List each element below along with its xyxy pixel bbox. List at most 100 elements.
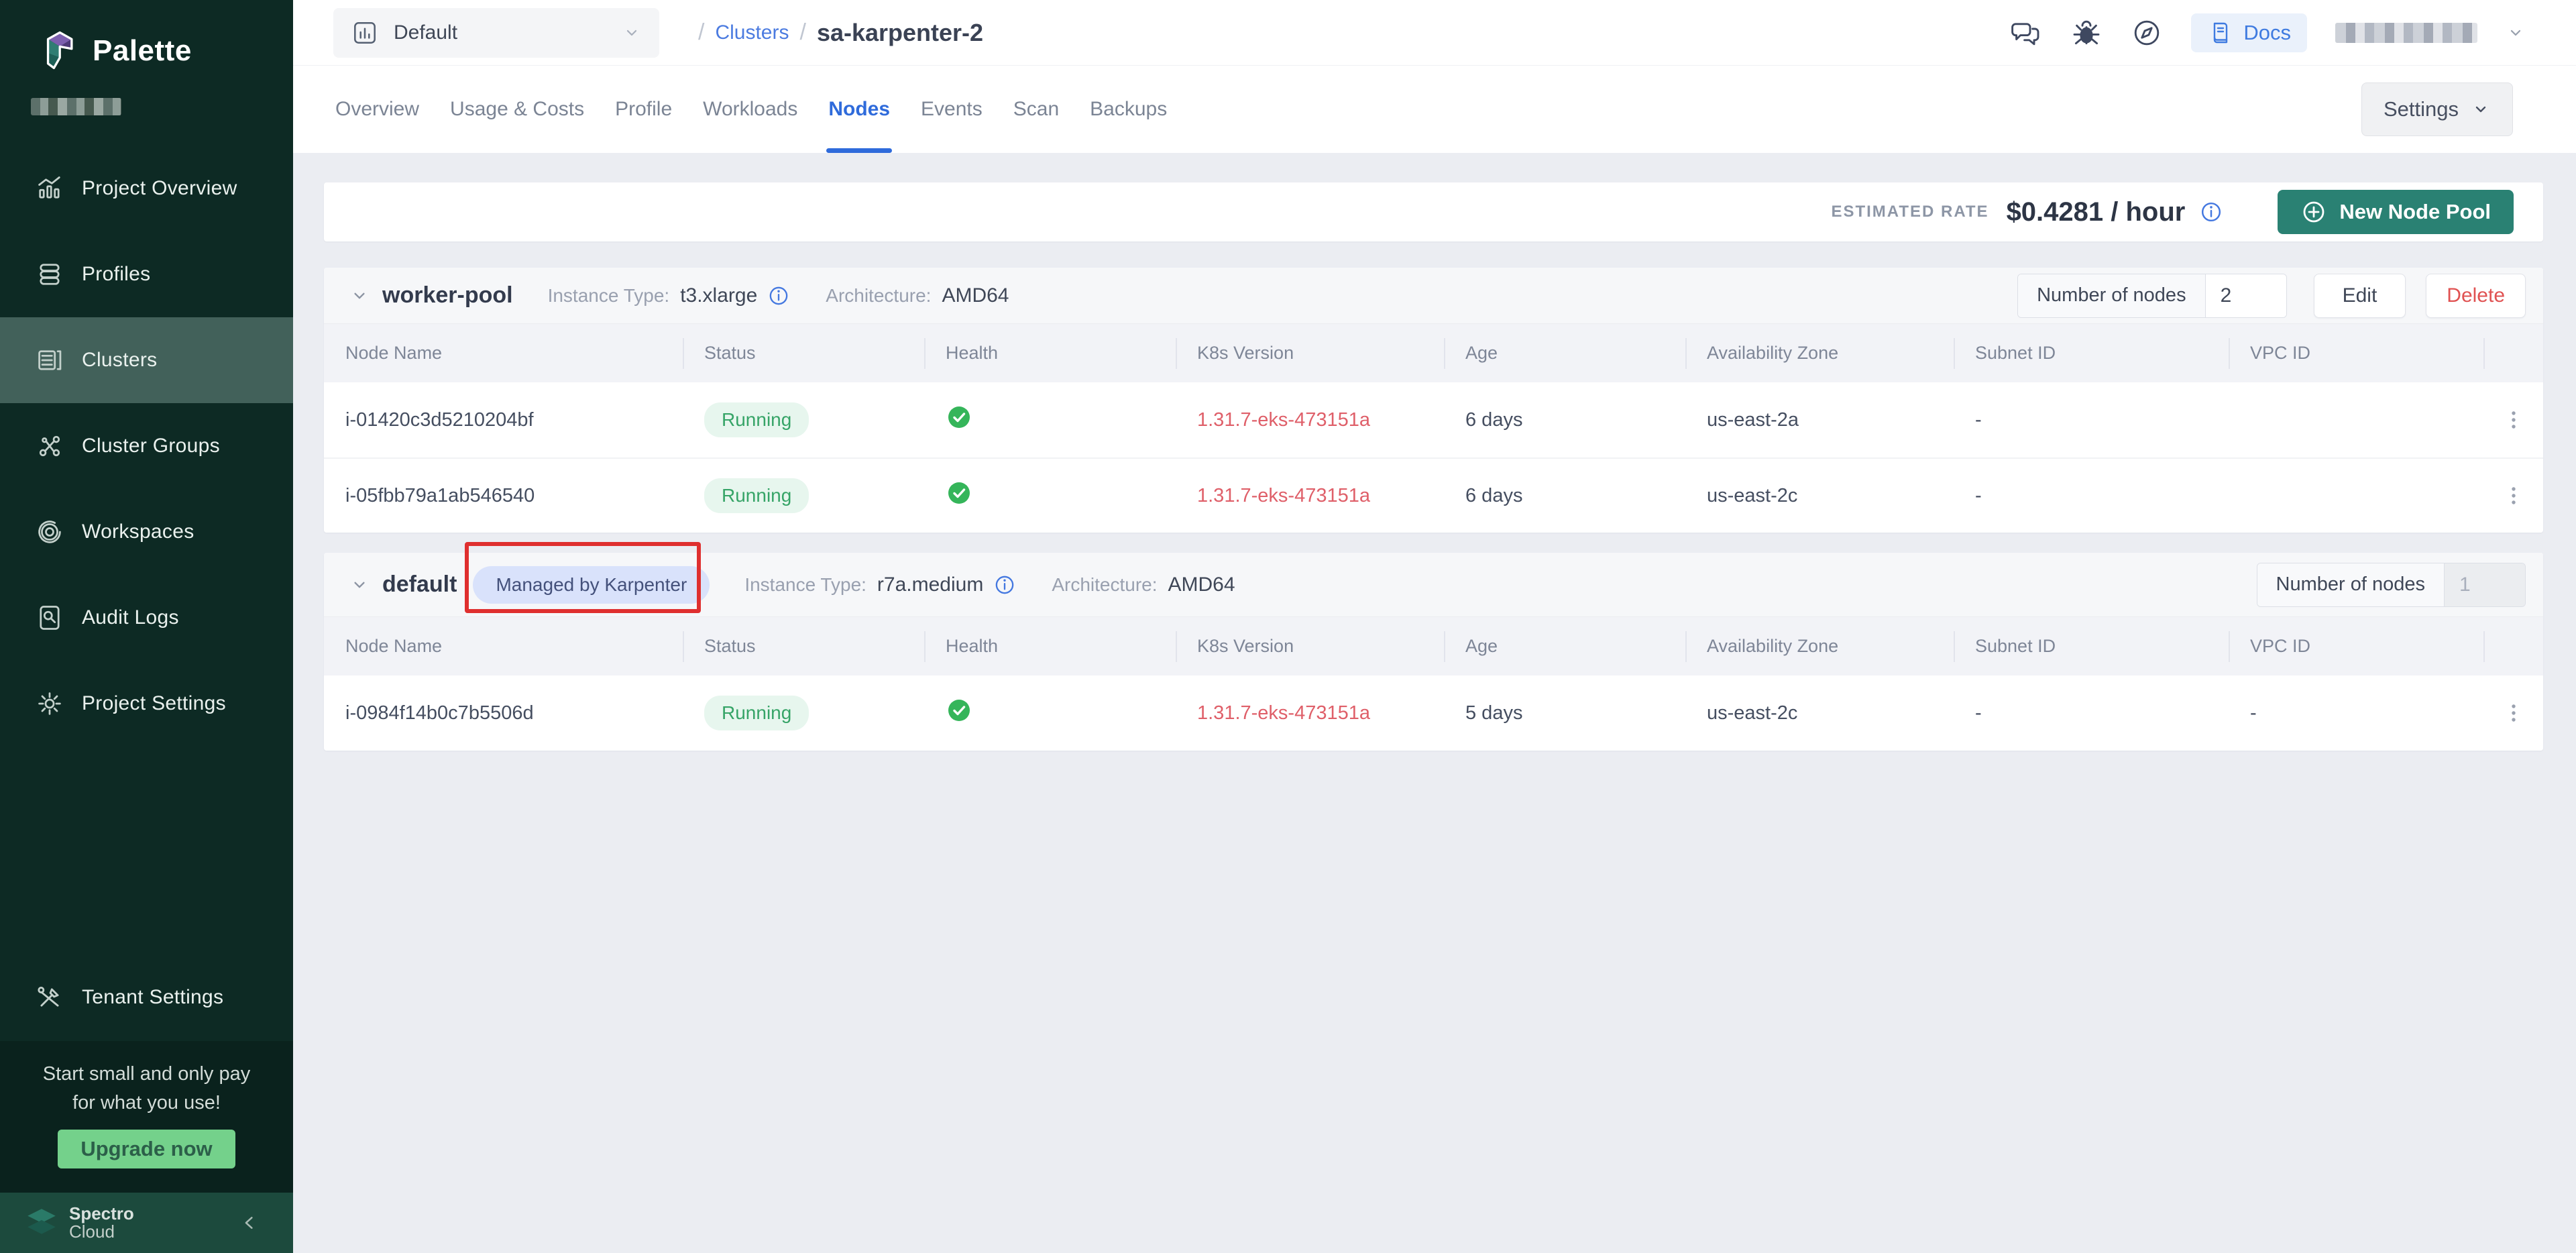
info-icon[interactable] <box>2198 199 2224 225</box>
sidebar-item-profiles[interactable]: Profiles <box>0 231 293 317</box>
number-of-nodes-control: Number of nodes 1 <box>2257 563 2526 607</box>
default-pool-header: default Managed by Karpenter Instance Ty… <box>324 553 2543 617</box>
sidebar-item-project-settings[interactable]: Project Settings <box>0 661 293 747</box>
cell-health <box>924 480 1176 512</box>
help-compass-icon[interactable] <box>2131 17 2163 49</box>
settings-button-label: Settings <box>2384 97 2459 121</box>
column-header-status: Status <box>683 617 924 675</box>
promo-text-line1: Start small and only pay <box>0 1060 293 1089</box>
plus-circle-icon <box>2300 199 2327 225</box>
column-header-health: Health <box>924 617 1176 675</box>
bug-report-icon[interactable] <box>2070 17 2103 49</box>
topbar: Default / Clusters / sa-karpenter-2 <box>293 0 2576 66</box>
sidebar-item-project-overview[interactable]: Project Overview <box>0 146 293 231</box>
number-of-nodes-control: Number of nodes 2 <box>2017 274 2286 318</box>
breadcrumb-separator: / <box>687 19 715 46</box>
workspaces-icon <box>35 517 64 547</box>
rate-toolbar: ESTIMATED RATE $0.4281 / hour New Node P… <box>324 182 2543 241</box>
managed-by-karpenter-badge: Managed by Karpenter <box>473 566 710 604</box>
breadcrumb-current-cluster: sa-karpenter-2 <box>817 19 983 47</box>
breadcrumb: / Clusters / sa-karpenter-2 <box>687 19 983 47</box>
sidebar-collapse-button[interactable] <box>238 1211 261 1234</box>
user-menu-chevron-down-icon[interactable] <box>2506 23 2526 43</box>
cell-k8s-version: 1.31.7-eks-473151a <box>1176 409 1444 431</box>
sidebar-item-label: Project Settings <box>82 692 226 715</box>
cell-subnet-id: - <box>1954 409 2229 431</box>
info-icon[interactable] <box>993 573 1017 597</box>
tab-profile[interactable]: Profile <box>600 66 687 153</box>
tab-events[interactable]: Events <box>905 66 998 153</box>
chevron-down-icon <box>622 23 642 43</box>
chat-icon[interactable] <box>2010 17 2042 49</box>
column-header-age: Age <box>1444 617 1685 675</box>
cell-age: 5 days <box>1444 702 1685 724</box>
project-chart-icon <box>351 19 379 47</box>
info-icon[interactable] <box>767 284 791 308</box>
estimated-rate-value: $0.4281 / hour <box>2007 197 2186 227</box>
sidebar-item-clusters[interactable]: Clusters <box>0 317 293 403</box>
column-header-actions <box>2483 617 2543 675</box>
sidebar-item-cluster-groups[interactable]: Cluster Groups <box>0 403 293 489</box>
edit-pool-button[interactable]: Edit <box>2314 274 2406 318</box>
user-name-redacted[interactable] <box>2335 23 2477 43</box>
cell-availability-zone: us-east-2c <box>1685 485 1954 507</box>
sidebar-item-label: Cluster Groups <box>82 435 220 457</box>
column-header-vpc-id: VPC ID <box>2229 324 2483 382</box>
column-header-status: Status <box>683 324 924 382</box>
tab-backups[interactable]: Backups <box>1074 66 1182 153</box>
row-actions-kebab-icon[interactable] <box>2483 700 2543 726</box>
footer-brand-bottom: Cloud <box>69 1223 134 1241</box>
chevron-down-icon <box>2471 99 2491 119</box>
number-of-nodes-input-disabled: 1 <box>2445 563 2525 606</box>
sidebar-item-audit-logs[interactable]: Audit Logs <box>0 575 293 661</box>
row-actions-kebab-icon[interactable] <box>2483 406 2543 433</box>
number-of-nodes-label: Number of nodes <box>2018 274 2205 317</box>
tab-workloads[interactable]: Workloads <box>687 66 813 153</box>
sidebar-item-label: Profiles <box>82 263 150 286</box>
sidebar-item-tenant-settings[interactable]: Tenant Settings <box>0 955 293 1040</box>
collapse-chevron-icon[interactable] <box>349 574 370 596</box>
sidebar-item-workspaces[interactable]: Workspaces <box>0 489 293 575</box>
status-badge: Running <box>704 402 809 437</box>
promo-text-line2: for what you use! <box>0 1089 293 1118</box>
column-header-k8s-version: K8s Version <box>1176 617 1444 675</box>
cell-k8s-version: 1.31.7-eks-473151a <box>1176 702 1444 724</box>
main-area: Default / Clusters / sa-karpenter-2 <box>293 0 2576 1253</box>
number-of-nodes-label: Number of nodes <box>2257 563 2445 606</box>
node-table-row: i-01420c3d5210204bfRunning1.31.7-eks-473… <box>324 382 2543 457</box>
project-selector[interactable]: Default <box>333 8 659 58</box>
upgrade-now-button[interactable]: Upgrade now <box>58 1130 235 1168</box>
node-pool-default: default Managed by Karpenter Instance Ty… <box>324 553 2543 751</box>
cell-subnet-id: - <box>1954 485 2229 507</box>
audit-logs-icon <box>35 603 64 633</box>
instance-type-value: r7a.medium <box>877 574 983 596</box>
cell-subnet-id: - <box>1954 702 2229 724</box>
breadcrumb-clusters-link[interactable]: Clusters <box>715 21 789 44</box>
instance-type-label: Instance Type: <box>548 285 670 307</box>
docs-button[interactable]: Docs <box>2191 13 2307 52</box>
collapse-chevron-icon[interactable] <box>349 285 370 307</box>
sidebar-item-label: Project Overview <box>82 177 237 200</box>
cell-availability-zone: us-east-2c <box>1685 702 1954 724</box>
tab-nodes[interactable]: Nodes <box>813 66 905 153</box>
brand: Palette <box>0 0 293 72</box>
tools-icon <box>35 983 64 1012</box>
architecture-label: Architecture: <box>1052 574 1157 596</box>
sidebar-item-label: Tenant Settings <box>82 986 223 1009</box>
check-circle-icon <box>946 480 972 506</box>
node-table-body: i-0984f14b0c7b5506dRunning1.31.7-eks-473… <box>324 675 2543 751</box>
column-header-availability-zone: Availability Zone <box>1685 324 1954 382</box>
column-header-vpc-id: VPC ID <box>2229 617 2483 675</box>
tab-scan[interactable]: Scan <box>998 66 1074 153</box>
new-node-pool-button[interactable]: New Node Pool <box>2278 190 2514 234</box>
profiles-icon <box>35 260 64 289</box>
tab-usage-costs[interactable]: Usage & Costs <box>435 66 600 153</box>
row-actions-kebab-icon[interactable] <box>2483 482 2543 509</box>
app-window: Palette Project Overview Profiles Clusters… <box>0 0 2576 1253</box>
tab-overview[interactable]: Overview <box>320 66 435 153</box>
delete-pool-button[interactable]: Delete <box>2426 274 2526 318</box>
sidebar-item-label: Clusters <box>82 349 157 372</box>
cluster-settings-button[interactable]: Settings <box>2361 83 2513 136</box>
number-of-nodes-input[interactable]: 2 <box>2206 274 2286 317</box>
clusters-icon <box>35 345 64 375</box>
